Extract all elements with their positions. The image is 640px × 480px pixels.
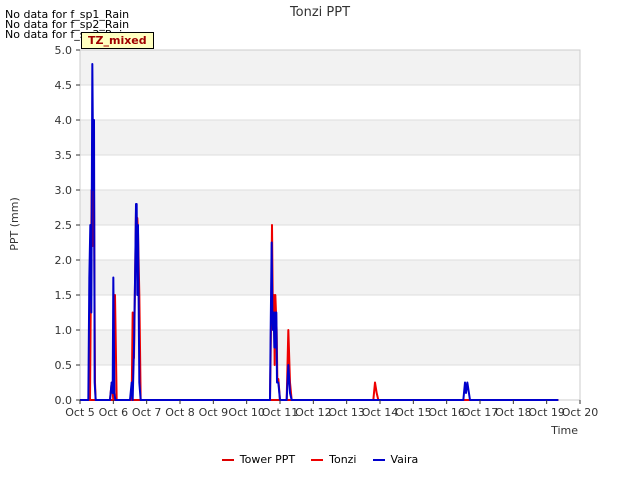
ppt-chart: Oct 5 Oct 6 Oct 7 Oct 8 Oct 9 Oct 10Oct 11Oct… [8,5,598,437]
x-tick-label: Oct 19 [528,406,565,419]
x-tick-label: Oct 15 [395,406,432,419]
x-tick-label: Oct 6 [99,406,129,419]
x-tick-label: Oct 10 [228,406,265,419]
legend-label: Vaira [390,453,419,466]
plot-band [80,120,580,155]
legend-label: Tonzi [329,453,357,466]
x-tick-label: Oct 13 [328,406,365,419]
plot-band [80,50,580,85]
plot-band [80,190,580,225]
plot-band [80,330,580,365]
x-tick-label: Oct 14 [362,406,399,419]
y-tick-label: 4.5 [55,79,73,92]
legend-label: Tower PPT [239,453,296,466]
legend-item-tonzi: Tonzi [311,453,357,466]
x-tick-label: Oct 12 [295,406,332,419]
legend-swatch [221,458,234,461]
y-tick-label: 3.5 [55,149,73,162]
x-tick-label: Oct 20 [562,406,599,419]
x-tick-label: Oct 11 [262,406,299,419]
legend-item-tower-ppt: Tower PPT [221,453,296,466]
y-tick-label: 3.0 [55,184,73,197]
y-tick-label: 5.0 [55,44,73,57]
x-axis-label: Time [550,424,578,437]
y-tick-label: 0.5 [55,359,73,372]
y-tick-label: 2.5 [55,219,73,232]
plot-band [80,260,580,295]
x-tick-label: Oct 8 [165,406,195,419]
y-axis-label: PPT (mm) [8,197,21,251]
chart-title: Tonzi PPT [289,5,350,20]
y-axis-ticks: 0.0 0.5 1.0 1.5 2.0 2.5 3.0 3.5 4.0 4.5 5.0 [55,44,80,407]
x-tick-label: Oct 9 [199,406,229,419]
y-tick-label: 0.0 [55,394,73,407]
legend-swatch [372,458,385,461]
x-axis-ticks: Oct 5 Oct 6 Oct 7 Oct 8 Oct 9 Oct 10Oct 11Oct… [65,400,598,419]
legend: Tower PPT Tonzi Vaira [0,453,640,466]
plot-background-bands [80,50,580,365]
y-tick-label: 1.5 [55,289,73,302]
y-tick-label: 4.0 [55,114,73,127]
y-tick-label: 2.0 [55,254,73,267]
site-badge: TZ_mixed [81,32,154,49]
x-tick-label: Oct 7 [132,406,162,419]
x-tick-label: Oct 18 [495,406,532,419]
legend-item-vaira: Vaira [372,453,419,466]
y-tick-label: 1.0 [55,324,73,337]
legend-swatch [311,458,324,461]
x-tick-label: Oct 17 [462,406,499,419]
x-tick-label: Oct 5 [65,406,95,419]
x-tick-label: Oct 16 [428,406,465,419]
